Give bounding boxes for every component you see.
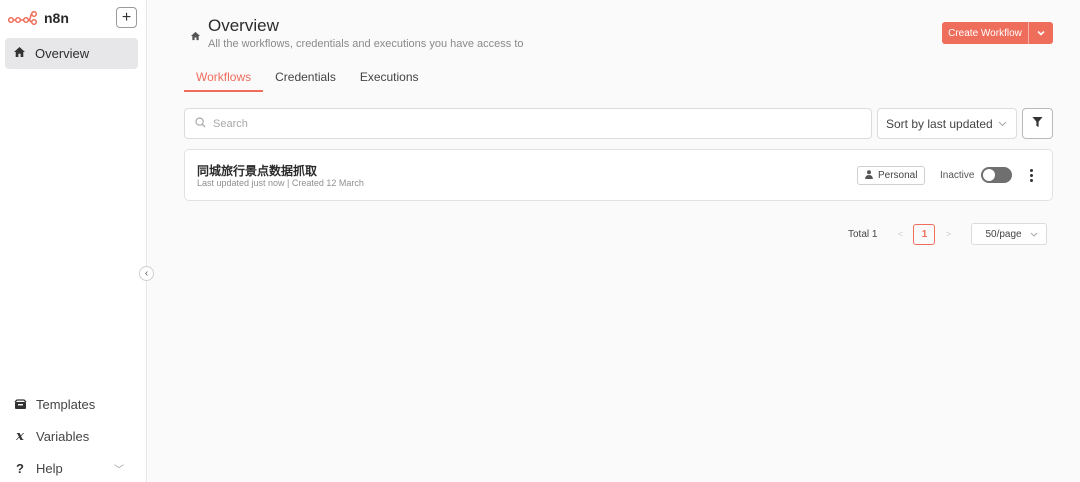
- owner-badge: Personal: [857, 166, 926, 185]
- tab-workflows[interactable]: Workflows: [184, 70, 264, 92]
- chevron-down-icon: [1030, 230, 1038, 239]
- sidebar-item-label: Overview: [35, 46, 90, 61]
- main-content: Overview All the workflows, credentials …: [148, 0, 1080, 482]
- page-subtitle: All the workflows, credentials and execu…: [208, 38, 524, 50]
- sidebar-item-variables[interactable]: 𝒙 Variables: [0, 420, 146, 452]
- sidebar-item-label: Variables: [36, 428, 90, 444]
- home-icon: [190, 28, 201, 46]
- chevron-down-icon[interactable]: [1029, 22, 1053, 44]
- sidebar-item-overview[interactable]: Overview: [5, 38, 138, 69]
- sidebar-item-label: Help: [36, 460, 63, 476]
- tab-executions[interactable]: Executions: [348, 70, 431, 92]
- user-icon: [865, 169, 873, 182]
- create-workflow-label[interactable]: Create Workflow: [942, 22, 1029, 44]
- prev-page-icon[interactable]: <: [891, 229, 909, 239]
- tabs: Workflows Credentials Executions: [184, 70, 431, 92]
- filter-button[interactable]: [1022, 108, 1053, 139]
- variables-icon: 𝒙: [16, 428, 24, 444]
- collapse-sidebar-button[interactable]: ‹: [139, 266, 154, 281]
- sort-value: Sort by last updated: [886, 116, 993, 131]
- n8n-logo-icon: [8, 11, 38, 25]
- active-toggle[interactable]: [981, 167, 1012, 183]
- chevron-down-icon: [998, 119, 1007, 129]
- sidebar-item-help[interactable]: ? Help ﹀: [0, 452, 146, 482]
- sidebar: n8n + Overview ‹ Templates 𝒙 Variables ?…: [0, 0, 154, 482]
- search-input[interactable]: [213, 117, 813, 130]
- brand[interactable]: n8n: [8, 8, 69, 28]
- add-button[interactable]: +: [116, 7, 137, 28]
- search-icon: [195, 115, 206, 133]
- more-options-icon[interactable]: [1025, 166, 1037, 184]
- tab-credentials[interactable]: Credentials: [263, 70, 348, 92]
- sidebar-item-label: Templates: [36, 396, 96, 412]
- workflow-status: Inactive: [940, 170, 975, 181]
- owner-label: Personal: [878, 170, 918, 181]
- workflow-name[interactable]: 同城旅行景点数据抓取: [197, 162, 317, 179]
- workflow-card[interactable]: 同城旅行景点数据抓取 Last updated just now | Creat…: [184, 149, 1053, 201]
- next-page-icon[interactable]: >: [939, 229, 957, 239]
- brand-name: n8n: [44, 10, 69, 26]
- templates-icon: [13, 398, 27, 410]
- create-workflow-button[interactable]: Create Workflow: [942, 22, 1053, 44]
- toggle-knob: [983, 169, 995, 181]
- help-icon: ?: [16, 460, 24, 476]
- page-title: Overview: [208, 16, 279, 35]
- filter-icon: [1032, 115, 1043, 133]
- page-number[interactable]: 1: [913, 223, 936, 245]
- page-size-value: 50/page: [985, 228, 1022, 240]
- chevron-down-icon: ﹀: [114, 464, 124, 476]
- sidebar-bottom-nav: Templates 𝒙 Variables ? Help ﹀: [0, 388, 146, 482]
- page-size-select[interactable]: 50/page: [971, 223, 1048, 245]
- home-icon: [13, 46, 26, 61]
- pagination-total: Total 1: [848, 228, 878, 240]
- workflow-meta: Last updated just now | Created 12 March: [197, 178, 364, 188]
- pagination: Total 1 < 1 > 50/page: [848, 223, 1048, 245]
- search-box[interactable]: [184, 108, 872, 139]
- sidebar-item-templates[interactable]: Templates: [0, 388, 146, 420]
- sort-select[interactable]: Sort by last updated: [877, 108, 1017, 139]
